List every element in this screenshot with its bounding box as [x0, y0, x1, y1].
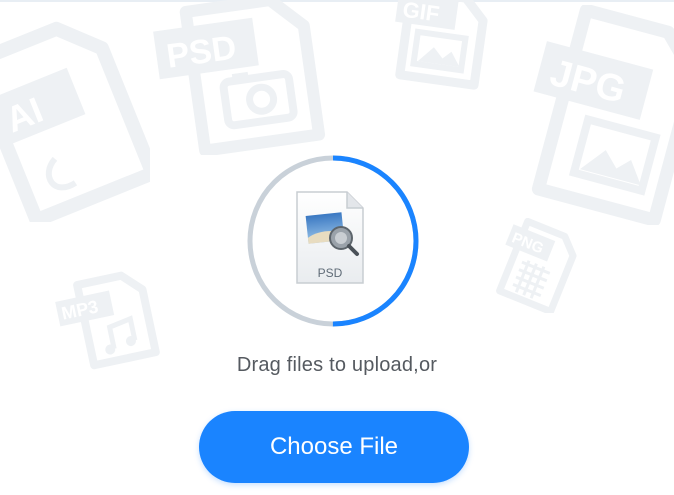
drag-instruction: Drag files to upload,or	[236, 354, 438, 376]
png-file-icon: PNG	[492, 218, 582, 313]
jpg-file-icon: JPG	[520, 5, 674, 225]
psd-file-icon: PSD	[150, 0, 330, 155]
upload-area[interactable]: AI PSD GIF JPG PNG MP3 PSD Drag files to…	[0, 0, 674, 495]
gif-file-icon: GIF	[385, 0, 495, 100]
top-divider	[0, 0, 674, 2]
psd-type-label: PSD	[317, 266, 343, 280]
choose-file-button[interactable]: Choose File	[199, 411, 469, 483]
ai-file-icon: AI	[0, 12, 150, 222]
